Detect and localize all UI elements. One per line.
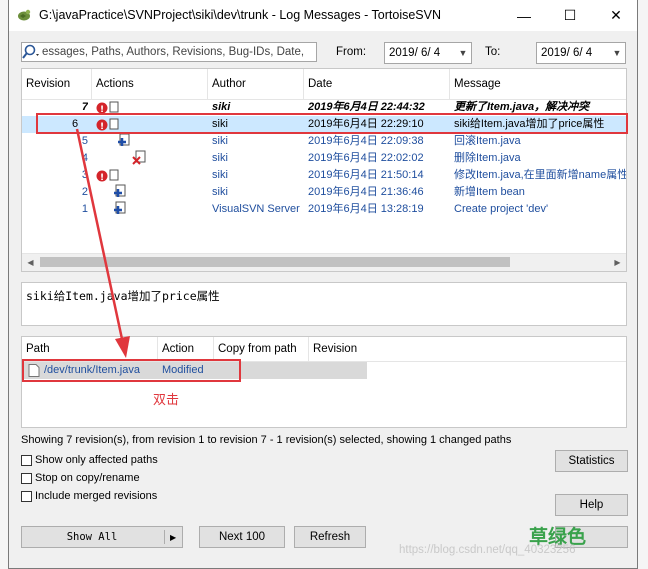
checkbox-box[interactable] [21, 490, 32, 502]
background-strip-left [0, 0, 8, 569]
message-cell: Create project 'dev' [454, 203, 549, 215]
author-cell: siki [212, 186, 228, 198]
log-list-header: Revision Actions Author Date Message [22, 69, 626, 100]
background-strip-right [638, 0, 648, 569]
message-cell: 删除Item.java [454, 152, 521, 164]
to-date-picker[interactable]: 2019/ 6/ 4 ▼ [536, 42, 626, 64]
search-input[interactable]: essages, Paths, Authors, Revisions, Bug-… [21, 42, 317, 62]
maximize-button[interactable]: ☐ [547, 0, 593, 31]
message-cell: 新增Item bean [454, 186, 525, 198]
status-text: Showing 7 revision(s), from revision 1 t… [21, 434, 512, 446]
checkbox-label: Show only affected paths [35, 454, 158, 466]
chevron-down-icon[interactable]: ▼ [455, 43, 471, 63]
log-messages-window: G:\javaPractice\SVNProject\siki\dev\trun… [8, 0, 638, 569]
minimize-button[interactable]: — [501, 0, 547, 31]
date-cell: 2019年6月4日 21:50:14 [308, 169, 424, 181]
annotation-arrow [75, 128, 130, 358]
date-cell: 2019年6月4日 13:28:19 [308, 203, 424, 215]
checkbox-label: Stop on copy/rename [35, 472, 140, 484]
chevron-right-icon[interactable]: ▶ [170, 533, 176, 542]
column-header-revision[interactable]: Revision [22, 69, 92, 99]
message-cell: 修改Item.java,在里面新增name属性 [454, 169, 627, 181]
column-header-copy-from-path[interactable]: Copy from path [214, 337, 309, 361]
watermark-url: https://blog.csdn.net/qq_40323256 [399, 544, 576, 556]
chevron-down-icon[interactable]: ▼ [609, 43, 625, 63]
split-divider [164, 530, 165, 544]
column-header-actions[interactable]: Actions [92, 69, 208, 99]
refresh-button[interactable]: Refresh [294, 526, 366, 548]
from-date-value: 2019/ 6/ 4 [389, 47, 441, 59]
filter-bar: essages, Paths, Authors, Revisions, Bug-… [9, 42, 637, 66]
title-bar[interactable]: G:\javaPractice\SVNProject\siki\dev\trun… [9, 0, 637, 31]
to-label: To: [485, 46, 501, 58]
show-all-label: Show All [66, 531, 118, 543]
author-cell: siki [212, 152, 228, 164]
scroll-left-icon[interactable]: ◀ [22, 254, 39, 271]
message-cell: 回滚Item.java [454, 135, 521, 147]
window-title: G:\javaPractice\SVNProject\siki\dev\trun… [39, 8, 442, 22]
close-button[interactable]: ✕ [593, 0, 639, 31]
help-button[interactable]: Help [555, 494, 628, 516]
show-affected-paths-checkbox[interactable]: Show only affected paths [21, 454, 158, 466]
checkbox-label: Include merged revisions [35, 490, 158, 502]
checkbox-box[interactable] [21, 454, 32, 466]
column-header-date[interactable]: Date [304, 69, 450, 99]
date-cell: 2019年6月4日 22:09:38 [308, 135, 424, 147]
checkbox-box[interactable] [21, 472, 32, 484]
column-header-action[interactable]: Action [158, 337, 214, 361]
double-click-annotation: 双击 [153, 392, 180, 407]
column-header-message[interactable]: Message [450, 69, 626, 99]
from-label: From: [336, 46, 367, 58]
next-100-button[interactable]: Next 100 [199, 526, 285, 548]
author-cell: VisualSVN Server [212, 203, 300, 215]
author-cell: siki [212, 169, 228, 181]
column-header-revision[interactable]: Revision [309, 337, 379, 361]
column-header-author[interactable]: Author [208, 69, 304, 99]
date-cell: 2019年6月4日 22:02:02 [308, 152, 424, 164]
tortoisesvn-icon [18, 9, 31, 21]
date-cell: 2019年6月4日 21:36:46 [308, 186, 424, 198]
to-date-value: 2019/ 6/ 4 [541, 47, 593, 59]
search-placeholder: essages, Paths, Authors, Revisions, Bug-… [42, 46, 305, 58]
search-icon[interactable] [22, 44, 40, 60]
show-all-split-button[interactable]: Show All ▶ [21, 526, 183, 548]
author-cell: siki [212, 135, 228, 147]
scroll-right-icon[interactable]: ▶ [609, 254, 626, 271]
from-date-picker[interactable]: 2019/ 6/ 4 ▼ [384, 42, 472, 64]
statistics-button[interactable]: Statistics [555, 450, 628, 472]
stop-on-copy-checkbox[interactable]: Stop on copy/rename [21, 472, 140, 484]
highlight-box-changed-path [22, 359, 241, 382]
include-merged-checkbox[interactable]: Include merged revisions [21, 490, 157, 502]
